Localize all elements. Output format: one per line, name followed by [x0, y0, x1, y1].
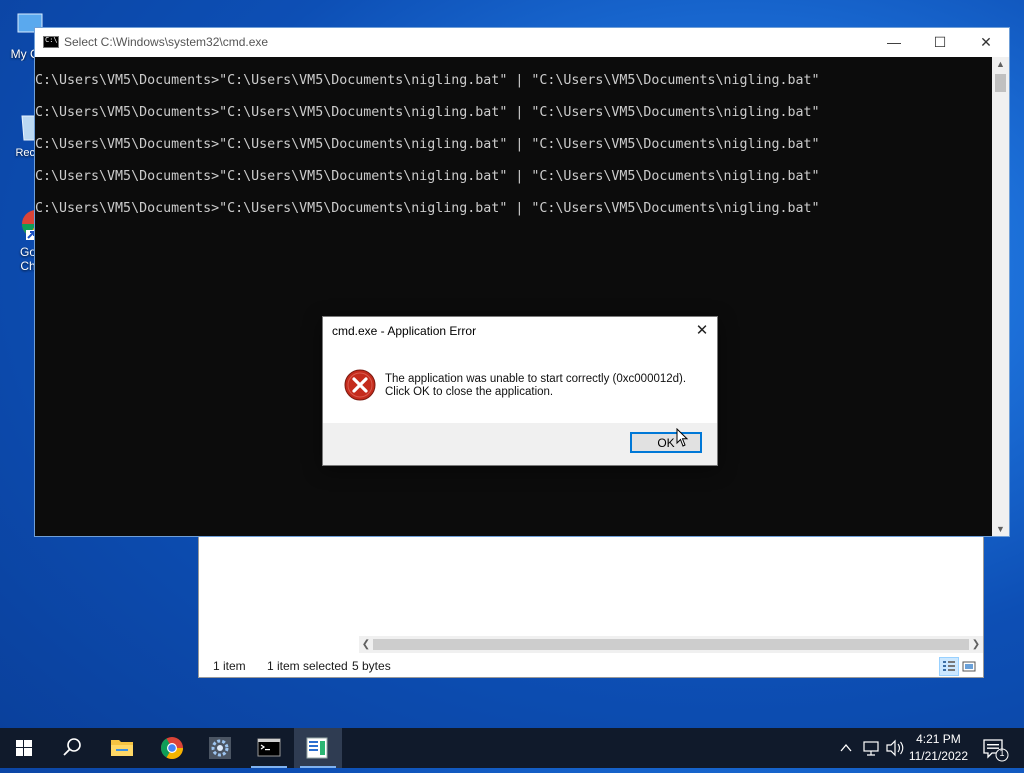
windows-logo-icon	[16, 740, 32, 756]
dialog-message-line: Click OK to close the application.	[385, 386, 554, 398]
notification-icon	[983, 739, 1009, 762]
status-selection: 1 item selected	[267, 659, 348, 673]
horizontal-scrollbar[interactable]: ❮ ❯	[359, 636, 983, 653]
action-center-button[interactable]: 1	[978, 728, 1014, 768]
notepad-icon	[306, 737, 328, 759]
console-line: C:\Users\VM5\Documents>"C:\Users\VM5\Doc…	[35, 73, 820, 88]
settings-app-icon	[209, 737, 231, 759]
details-view-button[interactable]	[939, 657, 959, 676]
scrollbar-thumb[interactable]	[373, 639, 969, 650]
chevron-up-icon	[840, 743, 852, 752]
notification-count-badge: 1	[999, 748, 1005, 758]
taskbar-file-explorer[interactable]	[98, 728, 146, 768]
scroll-left-icon[interactable]: ❮	[359, 636, 373, 653]
network-icon	[863, 741, 879, 756]
status-size: 5 bytes	[352, 659, 391, 673]
vertical-scrollbar[interactable]: ▲ ▼	[992, 57, 1009, 536]
dialog-message-line: The application was unable to start corr…	[385, 373, 687, 385]
minimize-icon: —	[887, 34, 901, 50]
status-bar: 1 item 1 item selected 5 bytes	[199, 655, 983, 677]
console-line: C:\Users\VM5\Documents>"C:\Users\VM5\Doc…	[35, 169, 820, 184]
taskbar-notepad[interactable]	[294, 728, 342, 768]
minimize-button[interactable]: —	[871, 28, 917, 57]
taskbar-chrome[interactable]	[148, 728, 196, 768]
start-button[interactable]	[0, 728, 48, 768]
mouse-cursor-icon	[676, 428, 689, 447]
large-icons-view-icon	[962, 661, 976, 672]
cmd-icon	[257, 738, 281, 757]
cmd-window-title: Select C:\Windows\system32\cmd.exe	[64, 35, 269, 49]
chrome-icon	[161, 737, 183, 759]
close-button[interactable]: ✕	[963, 28, 1009, 57]
scrollbar-thumb[interactable]	[995, 74, 1006, 92]
taskbar-settings-app[interactable]	[196, 728, 244, 768]
clock-date: 11/21/2022	[908, 749, 968, 763]
ok-button[interactable]: OK	[630, 432, 702, 453]
cmd-app-icon	[43, 36, 59, 48]
error-icon	[344, 369, 376, 401]
tray-show-hidden[interactable]	[836, 728, 856, 768]
console-line: C:\Users\VM5\Documents>"C:\Users\VM5\Doc…	[35, 137, 820, 152]
large-icons-view-button[interactable]	[959, 657, 979, 676]
file-explorer-icon	[111, 740, 133, 756]
maximize-icon: ☐	[933, 34, 947, 50]
close-icon: ✕	[695, 322, 709, 339]
scroll-up-icon[interactable]: ▲	[992, 57, 1009, 71]
scroll-right-icon[interactable]: ❯	[969, 636, 983, 653]
volume-icon	[886, 739, 904, 757]
tray-network[interactable]	[860, 728, 882, 768]
dialog-footer: OK	[323, 423, 717, 465]
dialog-message: The application was unable to start corr…	[385, 373, 686, 399]
error-dialog: cmd.exe - Application Error ✕ The applic…	[322, 316, 718, 466]
search-icon	[63, 738, 81, 756]
search-button[interactable]	[48, 728, 96, 768]
dialog-title: cmd.exe - Application Error	[332, 324, 477, 338]
taskbar: 4:21 PM 11/21/2022 1	[0, 728, 1024, 768]
status-item-count: 1 item	[213, 659, 246, 673]
dialog-close-button[interactable]: ✕	[687, 317, 717, 345]
console-line: C:\Users\VM5\Documents>"C:\Users\VM5\Doc…	[35, 105, 820, 120]
tray-clock[interactable]: 4:21 PM 11/21/2022	[909, 731, 968, 765]
scroll-down-icon[interactable]: ▼	[992, 522, 1009, 536]
close-icon: ✕	[980, 34, 992, 50]
clock-time: 4:21 PM	[916, 732, 961, 746]
maximize-button[interactable]: ☐	[917, 28, 963, 57]
cmd-title-bar[interactable]: Select C:\Windows\system32\cmd.exe — ☐ ✕	[35, 28, 1009, 57]
console-line: C:\Users\VM5\Documents>"C:\Users\VM5\Doc…	[35, 201, 820, 216]
taskbar-cmd[interactable]	[245, 728, 293, 768]
tray-volume[interactable]	[884, 728, 906, 768]
details-view-icon	[943, 661, 955, 671]
file-explorer-window: ❮ ❯ 1 item 1 item selected 5 bytes	[198, 536, 984, 678]
